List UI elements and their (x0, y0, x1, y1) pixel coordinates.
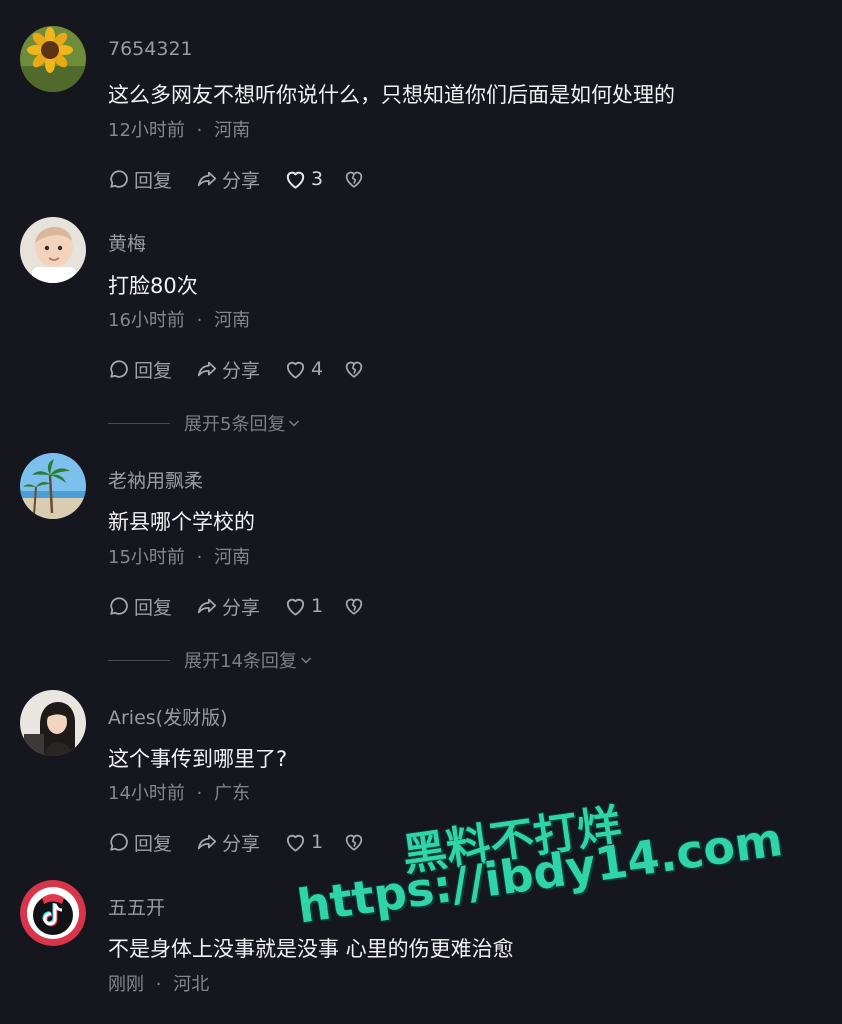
comment-location: 河南 (214, 547, 251, 568)
palm-beach-icon (20, 453, 86, 519)
comment-actions: 回复 分享 3 (108, 165, 389, 193)
comment-text: 这个事传到哪里了? (108, 747, 288, 771)
reply-label: 回复 (134, 359, 173, 382)
sunflower-icon (20, 26, 86, 92)
like-button[interactable]: 1 (284, 831, 323, 854)
comment-meta: 12小时前 · 河南 (108, 116, 250, 142)
dislike-button[interactable] (343, 358, 365, 380)
comment-meta: 14小时前 · 广东 (108, 779, 250, 805)
comment-username[interactable]: 老衲用飘柔 (108, 466, 203, 493)
dislike-button[interactable] (343, 168, 365, 190)
meta-separator: · (155, 974, 162, 995)
comment-actions: 回复 分享 1 (108, 828, 389, 856)
reply-button[interactable]: 回复 (108, 829, 172, 856)
comment-actions: 回复 分享 1 (108, 592, 389, 620)
comment-list: 7654321 这么多网友不想听你说什么，只想知道你们后面是如何处理的 12小时… (0, 0, 842, 1024)
reply-bubble-icon (110, 360, 128, 378)
reply-label: 回复 (134, 832, 173, 855)
comment-meta: 15小时前 · 河南 (108, 543, 250, 569)
chevron-down-icon (300, 657, 311, 664)
like-count: 3 (311, 168, 324, 190)
like-count: 1 (311, 831, 324, 853)
share-arrow-icon (197, 598, 217, 614)
chevron-down-icon (289, 420, 300, 427)
dislike-button[interactable] (343, 831, 365, 853)
baby-face-icon (20, 217, 86, 283)
share-label: 分享 (222, 169, 261, 192)
expand-replies-label: 展开5条回复 (184, 414, 286, 435)
reply-bubble-icon (110, 833, 128, 851)
heart-icon (286, 598, 305, 616)
comment-location: 河北 (173, 974, 210, 995)
share-label: 分享 (222, 832, 261, 855)
woman-portrait-icon (20, 690, 86, 756)
comment-time: 12小时前 (108, 120, 185, 141)
expand-replies-button[interactable]: 展开5条回复 (108, 410, 301, 436)
like-count: 4 (311, 358, 324, 380)
tiktok-logo-icon (20, 880, 86, 946)
heart-icon (286, 834, 305, 852)
like-count: 1 (311, 595, 324, 617)
divider-line (108, 659, 170, 661)
heart-icon (286, 171, 305, 189)
comment-time: 14小时前 (108, 783, 185, 804)
comment-username[interactable]: 黄梅 (108, 229, 146, 256)
avatar[interactable] (20, 26, 86, 92)
comment-location: 河南 (214, 120, 251, 141)
broken-heart-icon (345, 598, 363, 615)
meta-separator: · (196, 547, 203, 568)
reply-bubble-icon (110, 597, 128, 615)
share-button[interactable]: 分享 (196, 356, 260, 383)
heart-icon (286, 361, 305, 379)
comment-text: 打脸80次 (108, 274, 198, 298)
expand-replies-button[interactable]: 展开14条回复 (108, 647, 313, 673)
share-button[interactable]: 分享 (196, 166, 260, 193)
comment-actions: 回复 分享 4 (108, 355, 389, 383)
share-arrow-icon (197, 834, 217, 850)
meta-separator: · (196, 783, 203, 804)
expand-replies-label: 展开14条回复 (184, 651, 297, 672)
avatar[interactable] (20, 217, 86, 283)
broken-heart-icon (345, 171, 363, 188)
comment-text: 新县哪个学校的 (108, 510, 255, 534)
share-button[interactable]: 分享 (196, 593, 260, 620)
meta-separator: · (196, 120, 203, 141)
reply-button[interactable]: 回复 (108, 166, 172, 193)
comment-username[interactable]: Aries(发财版) (108, 703, 228, 730)
avatar[interactable] (20, 690, 86, 756)
broken-heart-icon (345, 361, 363, 378)
comment-time: 刚刚 (108, 974, 144, 995)
like-button[interactable]: 1 (284, 595, 323, 618)
share-label: 分享 (222, 359, 261, 382)
comment-text: 不是身体上没事就是没事 心里的伤更难治愈 (108, 937, 514, 961)
comment-meta: 16小时前 · 河南 (108, 306, 250, 332)
share-label: 分享 (222, 596, 261, 619)
divider-line (108, 422, 170, 424)
share-arrow-icon (197, 361, 217, 377)
comment-username[interactable]: 7654321 (108, 38, 193, 60)
dislike-button[interactable] (343, 595, 365, 617)
like-button[interactable]: 4 (284, 358, 323, 381)
share-arrow-icon (197, 171, 217, 187)
like-button[interactable]: 3 (284, 168, 323, 191)
avatar[interactable] (20, 880, 86, 946)
reply-button[interactable]: 回复 (108, 356, 172, 383)
comment-username[interactable]: 五五开 (108, 893, 165, 920)
comment-time: 16小时前 (108, 310, 185, 331)
reply-label: 回复 (134, 596, 173, 619)
meta-separator: · (196, 310, 203, 331)
share-button[interactable]: 分享 (196, 829, 260, 856)
reply-label: 回复 (134, 169, 173, 192)
comment-location: 河南 (214, 310, 251, 331)
broken-heart-icon (345, 834, 363, 851)
reply-bubble-icon (110, 170, 128, 188)
avatar[interactable] (20, 453, 86, 519)
comment-meta: 刚刚 · 河北 (108, 970, 209, 996)
comment-time: 15小时前 (108, 547, 185, 568)
comment-text: 这么多网友不想听你说什么，只想知道你们后面是如何处理的 (108, 83, 675, 107)
comment-location: 广东 (214, 783, 251, 804)
reply-button[interactable]: 回复 (108, 593, 172, 620)
